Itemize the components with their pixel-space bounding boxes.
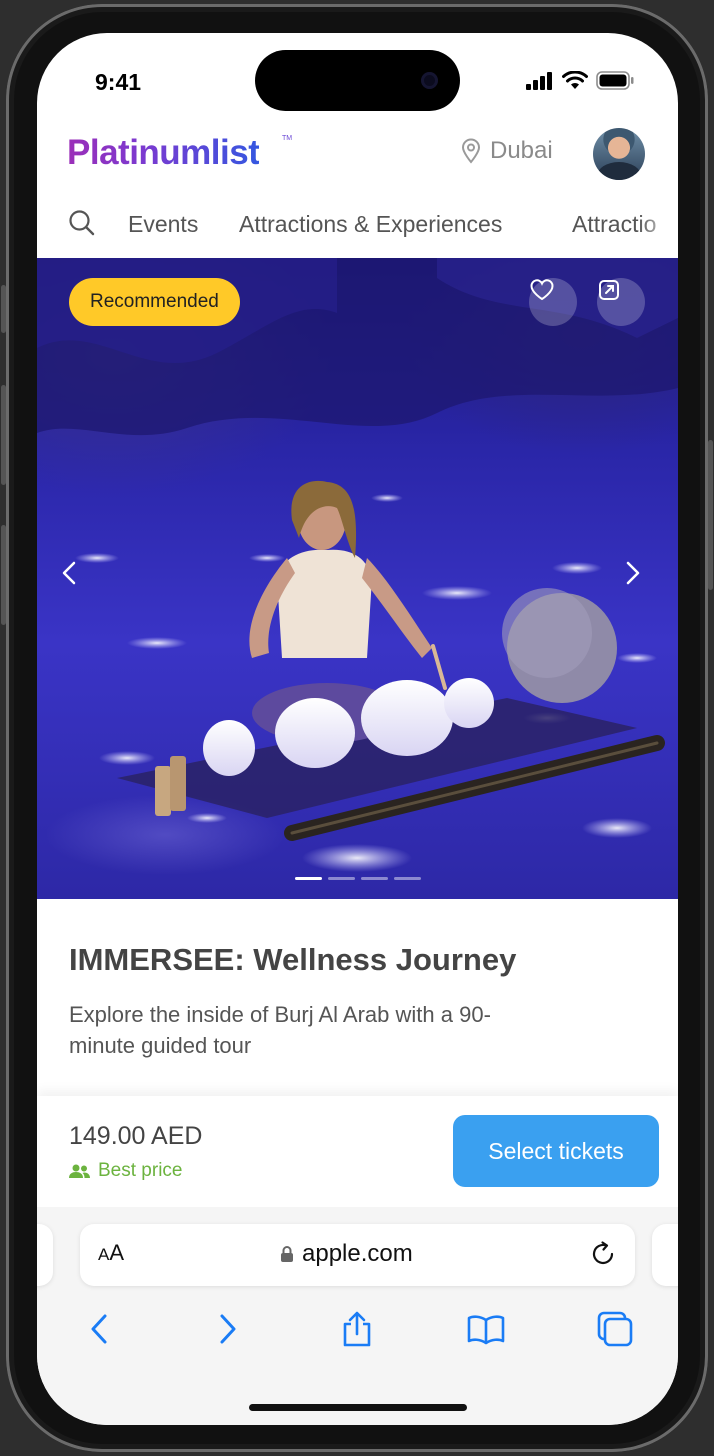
pager-dot-active[interactable] — [295, 877, 322, 880]
heart-icon — [530, 279, 554, 301]
nav-tab-events[interactable]: Events — [128, 211, 198, 238]
volume-up-button — [1, 385, 6, 485]
next-tab-peek[interactable] — [652, 1224, 678, 1286]
best-price-tag: Best price — [69, 1160, 182, 1182]
location-label: Dubai — [490, 137, 553, 164]
url-text: apple.com — [302, 1240, 413, 1267]
carousel-pager — [295, 877, 421, 880]
dynamic-island — [255, 50, 460, 111]
bookmarks-button[interactable] — [464, 1307, 508, 1351]
map-pin-icon — [461, 138, 481, 164]
reload-icon[interactable] — [589, 1240, 617, 1268]
lock-icon — [281, 1246, 293, 1262]
pager-dot[interactable] — [361, 877, 388, 880]
platinumlist-logo[interactable]: Platinumlist — [67, 133, 260, 173]
action-button — [1, 285, 6, 333]
recommended-badge: Recommended — [69, 278, 240, 326]
share-icon — [599, 280, 619, 300]
pager-dot[interactable] — [328, 877, 355, 880]
favorite-button[interactable] — [529, 278, 577, 326]
event-title: IMMERSEE: Wellness Journey — [69, 942, 517, 977]
location-selector[interactable]: Dubai — [461, 137, 553, 165]
power-button — [708, 440, 713, 590]
nav-fade — [638, 191, 678, 257]
user-avatar[interactable] — [593, 128, 645, 180]
aa-large-label: A — [109, 1240, 125, 1265]
aa-small-label: A — [98, 1245, 110, 1264]
wifi-icon — [562, 71, 588, 89]
category-nav: Events Attractions & Experiences Attract… — [37, 191, 678, 257]
page-settings-button[interactable]: AA — [98, 1240, 124, 1266]
logo-trademark: TM — [282, 135, 293, 142]
select-tickets-button[interactable]: Select tickets — [453, 1115, 659, 1187]
best-price-label: Best price — [98, 1160, 183, 1181]
url-display[interactable]: apple.com — [280, 1240, 413, 1268]
ticket-price: 149.00 AED — [69, 1122, 203, 1150]
search-icon[interactable] — [67, 208, 97, 238]
tabs-icon — [597, 1311, 633, 1347]
address-bar[interactable]: AA apple.com — [80, 1224, 635, 1286]
cellular-signal-icon — [526, 71, 552, 90]
forward-icon — [220, 1314, 236, 1344]
share-page-button[interactable] — [335, 1307, 379, 1351]
back-button[interactable] — [77, 1307, 121, 1351]
share-icon — [343, 1311, 371, 1347]
hero-carousel[interactable]: Recommended — [37, 258, 678, 899]
back-icon — [91, 1314, 107, 1344]
status-icons — [526, 71, 634, 90]
safari-bottom-bar: AA apple.com — [37, 1207, 678, 1425]
purchase-bar: 149.00 AED Best price Select tickets — [37, 1096, 678, 1221]
pager-dot[interactable] — [394, 877, 421, 880]
status-time: 9:41 — [95, 69, 142, 95]
avatar-shoulders — [597, 162, 641, 180]
share-button[interactable] — [597, 278, 645, 326]
carousel-prev-button[interactable] — [61, 560, 89, 596]
status-bar: 9:41 — [37, 33, 678, 125]
tabs-button[interactable] — [593, 1307, 637, 1351]
front-camera-icon — [421, 72, 438, 89]
phone-screen: 9:41 Platinumlist TM Dubai Events Attrac… — [37, 33, 678, 1425]
previous-tab-peek[interactable] — [37, 1224, 53, 1286]
event-description: Explore the inside of Burj Al Arab with … — [69, 1002, 491, 1058]
bookmarks-icon — [467, 1315, 505, 1345]
carousel-next-button[interactable] — [625, 560, 653, 596]
battery-icon — [596, 71, 634, 90]
people-icon — [69, 1164, 90, 1178]
chevron-left-icon — [62, 561, 76, 585]
volume-down-button — [1, 525, 6, 625]
forward-button[interactable] — [206, 1307, 250, 1351]
home-indicator[interactable] — [249, 1404, 467, 1411]
chevron-right-icon — [626, 561, 640, 585]
nav-tab-attractions-experiences[interactable]: Attractions & Experiences — [239, 211, 502, 238]
safari-toolbar — [37, 1307, 678, 1357]
app-header: Platinumlist TM Dubai — [37, 125, 678, 191]
hero-image — [37, 258, 678, 872]
